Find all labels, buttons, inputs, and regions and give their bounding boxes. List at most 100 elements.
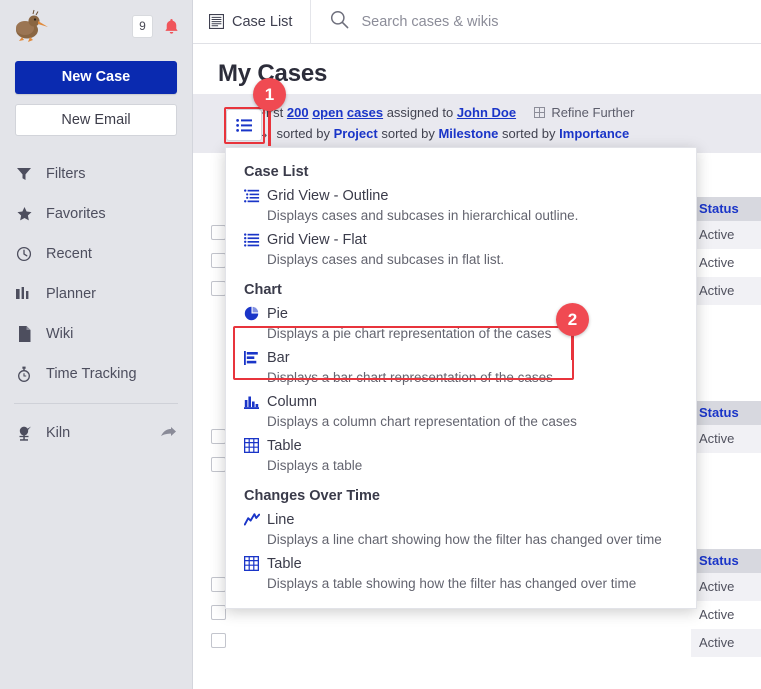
menu-item-label: Table: [267, 437, 302, 454]
app-root: 9 New Case New Email Filters Favorites R…: [0, 0, 761, 689]
row-checkbox[interactable]: [211, 605, 226, 620]
row-checkbox[interactable]: [211, 633, 226, 648]
sidebar-item-label: Kiln: [46, 424, 71, 441]
menu-item-pie[interactable]: Pie Displays a pie chart representation …: [226, 304, 696, 348]
dropdown-section-title: Changes Over Time: [244, 488, 380, 504]
new-case-button[interactable]: New Case: [15, 61, 177, 94]
sidebar-item-filters[interactable]: Filters: [0, 154, 192, 194]
menu-item-grid-view-flat[interactable]: Grid View - Flat Displays cases and subc…: [226, 230, 696, 274]
menu-item-label: Grid View - Flat: [267, 231, 367, 248]
top-header: Case List: [193, 0, 761, 44]
filter-sort-row: ↳ sorted by Project sorted by Milestone …: [218, 123, 751, 144]
sidebar-top-right: 9: [132, 14, 180, 38]
menu-item-bar[interactable]: Bar Displays a bar chart representation …: [226, 348, 696, 392]
search-icon[interactable]: [330, 10, 349, 34]
filter-open-link[interactable]: open: [312, 105, 343, 120]
filter-description-row: First 200 open cases assigned to John Do…: [218, 102, 751, 123]
menu-item-column[interactable]: Column Displays a column chart represent…: [226, 392, 696, 436]
filter-count-link[interactable]: 200: [287, 105, 309, 120]
bell-icon[interactable]: [163, 17, 180, 36]
document-icon: [12, 324, 36, 344]
sort-field-importance[interactable]: Importance: [559, 126, 629, 141]
status-cell: Active: [691, 249, 761, 277]
sorted-by-label-2: sorted by: [381, 126, 435, 141]
sidebar-item-kiln[interactable]: Kiln: [0, 413, 192, 453]
notification-count-badge[interactable]: 9: [132, 14, 153, 38]
status-column-header[interactable]: Status: [691, 197, 761, 221]
sorted-by-label-1: sorted by: [276, 126, 331, 141]
row-checkbox[interactable]: [211, 429, 226, 444]
stopwatch-icon: [12, 364, 36, 384]
menu-item-grid-view-outline[interactable]: Grid View - Outline Displays cases and s…: [226, 186, 696, 230]
sort-field-milestone[interactable]: Milestone: [438, 126, 498, 141]
menu-item-label: Pie: [267, 305, 288, 322]
menu-item-label: Table: [267, 555, 302, 572]
search-input[interactable]: [361, 13, 761, 30]
sidebar-item-wiki[interactable]: Wiki: [0, 314, 192, 354]
outline-list-icon: [243, 187, 260, 204]
clock-icon: [12, 244, 36, 264]
tab-case-list[interactable]: Case List: [193, 0, 312, 44]
refine-further-label: Refine Further: [551, 105, 635, 120]
planner-icon: [12, 284, 36, 304]
sidebar-item-planner[interactable]: Planner: [0, 274, 192, 314]
row-checkbox[interactable]: [211, 281, 226, 296]
status-cell: Active: [691, 573, 761, 601]
menu-item-line[interactable]: Line Displays a line chart showing how t…: [226, 510, 696, 554]
bar-chart-icon: [243, 349, 260, 366]
menu-item-description: Displays a table showing how the filter …: [267, 576, 637, 591]
sidebar-item-label: Recent: [46, 245, 92, 262]
menu-item-table-over-time[interactable]: Table Displays a table showing how the f…: [226, 554, 696, 598]
menu-item-label: Column: [267, 393, 317, 410]
status-cell: Active: [691, 629, 761, 657]
row-checkbox[interactable]: [211, 225, 226, 240]
menu-item-label: Grid View - Outline: [267, 187, 389, 204]
menu-item-description: Displays cases and subcases in flat list…: [267, 252, 505, 267]
sidebar-top-bar: 9: [0, 0, 192, 48]
sidebar: 9 New Case New Email Filters Favorites R…: [0, 0, 193, 689]
row-checkbox[interactable]: [211, 457, 226, 472]
filter-assignee-link[interactable]: John Doe: [457, 105, 516, 120]
sidebar-item-recent[interactable]: Recent: [0, 234, 192, 274]
pie-chart-icon: [243, 305, 260, 322]
kiln-icon: [12, 423, 36, 443]
status-cell: Active: [691, 601, 761, 629]
menu-item-description: Displays a table: [267, 458, 363, 473]
new-email-button[interactable]: New Email: [15, 104, 177, 136]
refine-further-button[interactable]: Refine Further: [533, 105, 635, 120]
table-icon: [243, 555, 260, 572]
status-column-header[interactable]: Status: [691, 549, 761, 573]
list-icon: [209, 14, 224, 29]
status-cell: Active: [691, 277, 761, 305]
menu-item-description: Displays a line chart showing how the fi…: [267, 532, 662, 547]
menu-item-label: Bar: [267, 349, 290, 366]
menu-item-description: Displays a pie chart representation of t…: [267, 326, 552, 341]
external-link-arrow-icon: [161, 427, 176, 439]
dropdown-section-title: Chart: [244, 282, 282, 298]
grid-plus-icon: [533, 105, 549, 120]
menu-item-description: Displays a bar chart representation of t…: [267, 370, 553, 385]
sidebar-divider: [14, 403, 178, 404]
filter-cases-link[interactable]: cases: [347, 105, 383, 120]
line-chart-icon: [243, 511, 260, 528]
flat-list-icon: [243, 231, 260, 248]
sort-field-project[interactable]: Project: [334, 126, 378, 141]
sorted-by-label-3: sorted by: [502, 126, 556, 141]
view-options-button[interactable]: [226, 109, 262, 141]
status-cell: Active: [691, 425, 761, 453]
row-checkbox[interactable]: [211, 253, 226, 268]
sidebar-item-time-tracking[interactable]: Time Tracking: [0, 354, 192, 394]
row-checkbox[interactable]: [211, 577, 226, 592]
menu-item-table-chart[interactable]: Table Displays a table: [226, 436, 696, 480]
filter-icon: [12, 164, 36, 184]
status-column-header[interactable]: Status: [691, 401, 761, 425]
table-icon: [243, 437, 260, 454]
sidebar-item-label: Time Tracking: [46, 365, 137, 382]
kiwi-logo: [10, 6, 50, 46]
sidebar-item-label: Filters: [46, 165, 86, 182]
menu-item-description: Displays cases and subcases in hierarchi…: [267, 208, 579, 223]
sidebar-item-label: Wiki: [46, 325, 74, 342]
view-options-icon: [235, 118, 253, 133]
sidebar-item-favorites[interactable]: Favorites: [0, 194, 192, 234]
filter-assigned-text: assigned to: [386, 105, 454, 120]
